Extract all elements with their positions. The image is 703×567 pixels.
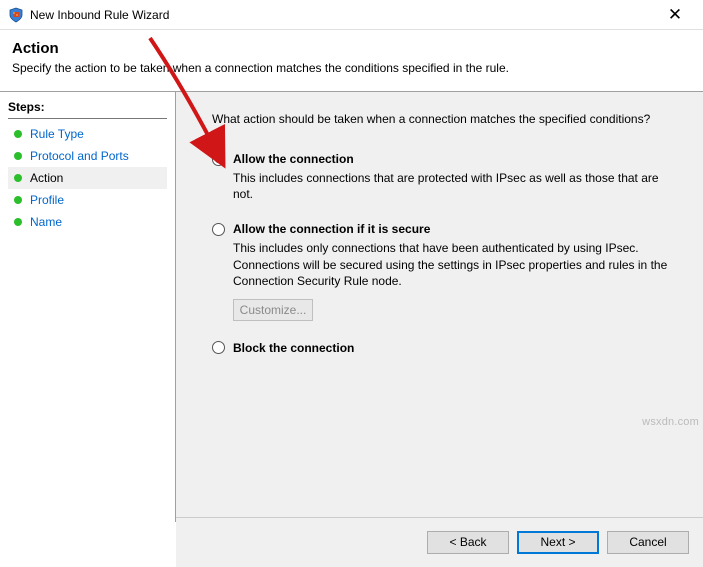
next-button[interactable]: Next > (517, 531, 599, 554)
radio-allow[interactable] (212, 153, 225, 166)
watermark: wsxdn.com (642, 416, 699, 428)
cancel-button[interactable]: Cancel (607, 531, 689, 554)
step-label: Action (30, 171, 63, 185)
steps-sidebar: Steps: Rule Type Protocol and Ports Acti… (0, 92, 175, 522)
back-button[interactable]: < Back (427, 531, 509, 554)
page-subtitle: Specify the action to be taken when a co… (12, 61, 691, 75)
window-title: New Inbound Rule Wizard (30, 8, 655, 22)
page-header: Action Specify the action to be taken wh… (0, 30, 703, 91)
step-name[interactable]: Name (8, 211, 167, 233)
content-panel: What action should be taken when a conne… (175, 92, 703, 522)
step-profile[interactable]: Profile (8, 189, 167, 211)
option-title: Allow the connection if it is secure (233, 222, 430, 236)
option-allow-secure: Allow the connection if it is secure Thi… (212, 222, 681, 321)
step-label: Protocol and Ports (30, 149, 129, 163)
step-bullet-icon (14, 196, 22, 204)
step-bullet-icon (14, 152, 22, 160)
step-bullet-icon (14, 174, 22, 182)
option-title: Block the connection (233, 341, 354, 355)
wizard-footer: < Back Next > Cancel (176, 517, 703, 567)
option-desc: This includes only connections that have… (233, 240, 673, 289)
option-allow: Allow the connection This includes conne… (212, 152, 681, 202)
steps-title: Steps: (8, 98, 167, 119)
customize-button: Customize... (233, 299, 313, 321)
close-button[interactable]: ✕ (655, 5, 695, 25)
step-action[interactable]: Action (8, 167, 167, 189)
titlebar: New Inbound Rule Wizard ✕ (0, 0, 703, 30)
option-block: Block the connection (212, 341, 681, 355)
option-title: Allow the connection (233, 152, 354, 166)
step-bullet-icon (14, 218, 22, 226)
step-bullet-icon (14, 130, 22, 138)
step-label: Profile (30, 193, 64, 207)
step-label: Rule Type (30, 127, 84, 141)
step-rule-type[interactable]: Rule Type (8, 123, 167, 145)
page-title: Action (12, 40, 691, 57)
action-question: What action should be taken when a conne… (212, 112, 681, 126)
radio-block[interactable] (212, 341, 225, 354)
wizard-body: Steps: Rule Type Protocol and Ports Acti… (0, 92, 703, 522)
step-label: Name (30, 215, 62, 229)
radio-allow-secure[interactable] (212, 223, 225, 236)
option-desc: This includes connections that are prote… (233, 170, 673, 202)
step-protocol-ports[interactable]: Protocol and Ports (8, 145, 167, 167)
firewall-icon (8, 7, 24, 23)
